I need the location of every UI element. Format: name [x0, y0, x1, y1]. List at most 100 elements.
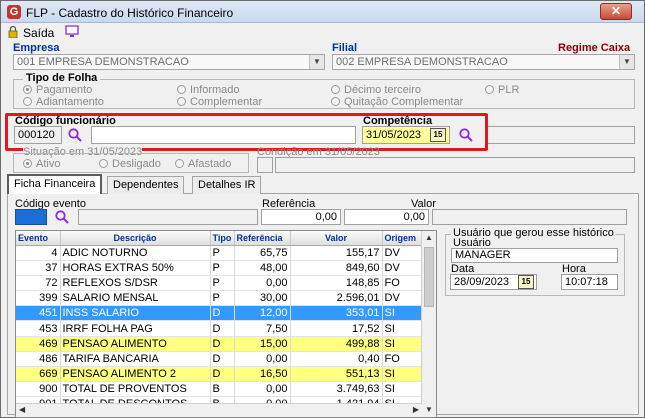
- radio-adiantamento[interactable]: Adiantamento: [23, 96, 104, 108]
- condicao-desc-field: [275, 157, 635, 173]
- radio-dot: [331, 97, 340, 106]
- cell-evento: 486: [16, 351, 61, 368]
- radio-dot: [23, 159, 32, 168]
- scroll-thumb[interactable]: [424, 247, 434, 307]
- cell-referencia: 48,00: [234, 260, 291, 276]
- radio-complementar[interactable]: Complementar: [177, 96, 262, 108]
- referencia-input[interactable]: 0,00: [261, 209, 341, 225]
- radio-pagamento[interactable]: Pagamento: [23, 84, 92, 96]
- cell-origem: SI: [382, 366, 423, 383]
- column-header-tipo[interactable]: Tipo: [210, 231, 235, 246]
- window-title: FLP - Cadastro do Histórico Financeiro: [26, 6, 234, 20]
- table-row[interactable]: 900 TOTAL DE PROVENTOS B 0,00 3.749,63 SI: [16, 381, 423, 398]
- chevron-up-icon[interactable]: ▲: [422, 231, 436, 245]
- cell-tipo: D: [210, 366, 235, 383]
- column-header-evento[interactable]: Evento: [16, 231, 61, 246]
- toolbar: Saída: [1, 24, 644, 42]
- cell-tipo: D: [210, 351, 235, 368]
- radio-plr[interactable]: PLR: [485, 84, 519, 96]
- cell-referencia: 7,50: [234, 320, 291, 337]
- chevron-down-icon[interactable]: ▼: [422, 403, 436, 417]
- radio-dot: [177, 85, 186, 94]
- radio-informado[interactable]: Informado: [177, 84, 240, 96]
- exit-button[interactable]: Saída: [23, 26, 54, 40]
- cell-origem: DV: [382, 260, 423, 276]
- radio-decimo-terceiro[interactable]: Décimo terceiro: [331, 84, 421, 96]
- calendar-icon[interactable]: 15: [518, 275, 534, 289]
- chevron-right-icon[interactable]: ▶: [413, 405, 419, 414]
- tab-ficha-financeira[interactable]: Ficha Financeira: [7, 174, 103, 194]
- horizontal-scrollbar[interactable]: ◀ ▶: [16, 403, 422, 417]
- cell-valor: 551,13: [290, 366, 383, 383]
- radio-desligado[interactable]: Desligado: [99, 158, 161, 170]
- empresa-select[interactable]: 001 EMPRESA DEMONSTRACAO ▼: [13, 54, 325, 70]
- cell-valor: 148,85: [290, 275, 383, 292]
- radio-quitacao-complementar[interactable]: Quitação Complementar: [331, 96, 463, 108]
- cell-descricao: PENSAO ALIMENTO: [60, 336, 211, 352]
- cell-origem: SI: [382, 320, 423, 337]
- search-icon[interactable]: [54, 209, 70, 225]
- events-table: Evento Descrição Tipo Referência Valor O…: [16, 231, 423, 413]
- cell-descricao: REFLEXOS S/DSR: [60, 275, 211, 292]
- cell-valor: 0,40: [290, 351, 383, 368]
- app-logo-icon: G: [7, 5, 21, 19]
- column-header-referencia[interactable]: Referência: [234, 231, 291, 246]
- cell-tipo: P: [210, 260, 235, 276]
- chevron-down-icon[interactable]: ▼: [309, 55, 324, 69]
- table-row[interactable]: 4 ADIC NOTURNO P 65,75 155,17 DV: [16, 245, 423, 261]
- chevron-left-icon[interactable]: ◀: [19, 405, 25, 414]
- radio-dot: [175, 159, 184, 168]
- cell-valor: 17,52: [290, 320, 383, 337]
- radio-afastado[interactable]: Afastado: [175, 158, 231, 170]
- cell-descricao: HORAS EXTRAS 50%: [60, 260, 211, 276]
- tab-detalhes-ir[interactable]: Detalhes IR: [192, 176, 262, 194]
- column-header-origem[interactable]: Origem: [382, 231, 423, 246]
- cell-origem: FO: [382, 275, 423, 292]
- column-header-valor[interactable]: Valor: [290, 231, 383, 246]
- cell-referencia: 65,75: [234, 245, 291, 261]
- chevron-down-icon[interactable]: ▼: [619, 55, 634, 69]
- radio-ativo[interactable]: Ativo: [23, 158, 60, 170]
- close-button[interactable]: ✕: [600, 3, 632, 20]
- table-row[interactable]: 399 SALARIO MENSAL P 30,00 2.596,01 DV: [16, 290, 423, 307]
- cell-origem: SI: [382, 381, 423, 398]
- monitor-icon[interactable]: [65, 25, 79, 38]
- cell-tipo: B: [210, 381, 235, 398]
- events-grid[interactable]: Evento Descrição Tipo Referência Valor O…: [15, 230, 437, 418]
- vertical-scrollbar[interactable]: ▲ ▼: [421, 231, 436, 417]
- title-bar: G FLP - Cadastro do Histórico Financeiro…: [1, 1, 644, 23]
- main-window: G FLP - Cadastro do Histórico Financeiro…: [0, 0, 645, 418]
- radio-dot: [485, 85, 494, 94]
- table-row[interactable]: 486 TARIFA BANCARIA D 0,00 0,40 FO: [16, 351, 423, 368]
- cell-descricao: IRRF FOLHA PAG: [60, 320, 211, 337]
- table-row[interactable]: 469 PENSAO ALIMENTO D 15,00 499,88 SI: [16, 336, 423, 352]
- cell-evento: 469: [16, 336, 61, 352]
- competencia-extra-field: [485, 126, 635, 144]
- table-row[interactable]: 37 HORAS EXTRAS 50% P 48,00 849,60 DV: [16, 260, 423, 276]
- cell-tipo: D: [210, 320, 235, 337]
- table-row[interactable]: 72 REFLEXOS S/DSR P 0,00 148,85 FO: [16, 275, 423, 292]
- cell-evento: 669: [16, 366, 61, 383]
- table-row[interactable]: 669 PENSAO ALIMENTO 2 D 16,50 551,13 SI: [16, 366, 423, 383]
- evento-code-input[interactable]: [15, 209, 47, 225]
- filial-label: Filial: [332, 42, 358, 54]
- cell-referencia: 12,00: [234, 305, 291, 322]
- cell-evento: 72: [16, 275, 61, 292]
- lock-icon[interactable]: [8, 26, 18, 38]
- tab-dependentes[interactable]: Dependentes: [107, 176, 185, 194]
- column-header-descricao[interactable]: Descrição: [60, 231, 211, 246]
- cell-referencia: 15,00: [234, 336, 291, 352]
- cell-origem: SI: [382, 305, 423, 322]
- cell-descricao: PENSAO ALIMENTO 2: [60, 366, 211, 383]
- table-body: 4 ADIC NOTURNO P 65,75 155,17 DV 37 HORAS EXTRA…: [16, 245, 423, 413]
- table-row[interactable]: 453 IRRF FOLHA PAG D 7,50 17,52 SI: [16, 320, 423, 337]
- table-row[interactable]: 451 INSS SALARIO D 12,00 353,01 SI: [16, 305, 423, 322]
- valor-input[interactable]: 0,00: [344, 209, 429, 225]
- hora-field: 10:07:18: [561, 274, 618, 290]
- cell-evento: 399: [16, 290, 61, 307]
- data-value: 28/09/2023: [454, 276, 510, 288]
- filial-select[interactable]: 002 EMPRESA DEMONSTRACAO ▼: [332, 54, 635, 70]
- table-header: Evento Descrição Tipo Referência Valor O…: [16, 231, 423, 246]
- cell-valor: 2.596,01: [290, 290, 383, 307]
- cell-evento: 4: [16, 245, 61, 261]
